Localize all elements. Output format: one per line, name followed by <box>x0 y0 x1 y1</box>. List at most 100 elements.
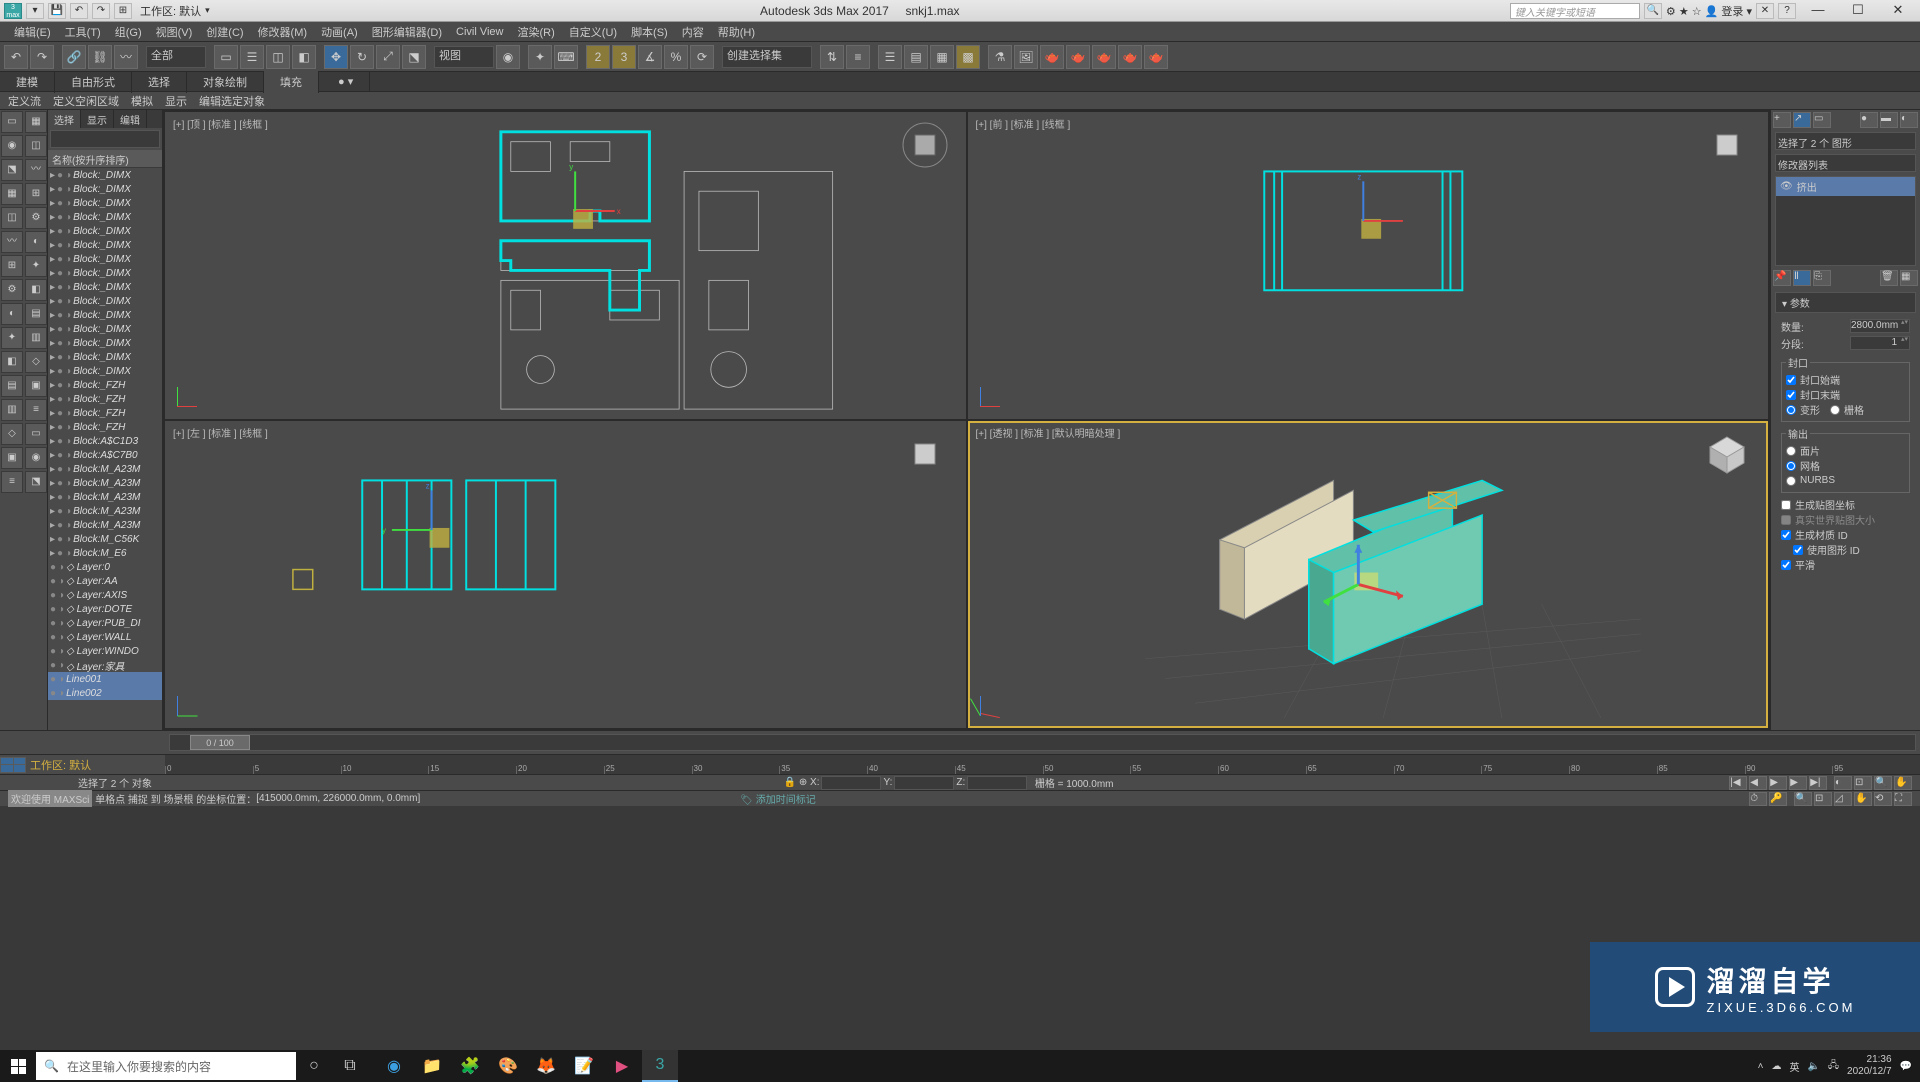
new-icon[interactable]: ▾ <box>26 3 44 19</box>
volume-icon[interactable]: 🔈 <box>1807 1061 1819 1072</box>
manipulate-icon[interactable]: ✦ <box>528 45 552 69</box>
help-search-input[interactable]: 键入关键字或短语 <box>1510 3 1640 19</box>
menu-item[interactable]: 修改器(M) <box>252 22 314 42</box>
track-bar[interactable]: 0510152025303540455055606570758085909510… <box>165 755 1920 774</box>
viewcube-icon[interactable] <box>900 429 950 479</box>
left-tool-icon[interactable]: ▭ <box>1 111 23 133</box>
viewport-left[interactable]: [+] [左 ] [标准 ] [线框 ] y z <box>165 421 966 728</box>
render-setup-icon[interactable]: ⚗ <box>988 45 1012 69</box>
scene-item[interactable]: ▸●◑ Block:_DIMX <box>48 266 162 280</box>
ribbon-tab[interactable]: 自由形式 <box>55 71 132 93</box>
scene-item[interactable]: ▸●◑ Block:_FZH <box>48 420 162 434</box>
cap-end-checkbox[interactable] <box>1786 390 1796 400</box>
render-cloud-icon[interactable]: 🫖 <box>1118 45 1142 69</box>
edge-icon[interactable]: ◉ <box>376 1050 412 1082</box>
ribbon-tab[interactable]: 填充 <box>264 71 319 93</box>
scale-icon[interactable]: ⤢ <box>376 45 400 69</box>
viewcube-icon[interactable] <box>1702 120 1752 170</box>
next-frame-icon[interactable]: ▶ <box>1789 776 1807 790</box>
left-tool-icon[interactable]: ▣ <box>25 375 47 397</box>
modifier-stack[interactable]: 👁挤出 <box>1775 176 1916 266</box>
y-coord-input[interactable] <box>894 776 954 790</box>
scene-item[interactable]: ▸●◑ Block:M_E6 <box>48 546 162 560</box>
nav-zoom-icon[interactable]: 🔍 <box>1794 792 1812 806</box>
left-tool-icon[interactable]: ⬔ <box>25 471 47 493</box>
eye-icon[interactable]: 👁 <box>1780 181 1793 192</box>
viewcube-icon[interactable] <box>1702 429 1752 479</box>
notifications-icon[interactable]: 💬 <box>1900 1061 1912 1072</box>
scene-item[interactable]: ●◑ ◇ Layer:AA <box>48 574 162 588</box>
scene-item[interactable]: ●◑ ◇ Layer:DOTE <box>48 602 162 616</box>
firefox-icon[interactable]: 🦊 <box>528 1050 564 1082</box>
scene-item[interactable]: ●◑ ◇ Layer:PUB_DI <box>48 616 162 630</box>
scene-item[interactable]: ▸●◑ Block:_DIMX <box>48 182 162 196</box>
scene-item[interactable]: ▸●◑ Block:_FZH <box>48 392 162 406</box>
time-tag-icon[interactable]: 🏷 添加时间标记 <box>740 791 815 806</box>
menu-item[interactable]: 创建(C) <box>200 22 249 42</box>
viewport-front[interactable]: [+] [前 ] [标准 ] [线框 ] z <box>968 112 1769 419</box>
gen-mat-id-checkbox[interactable] <box>1781 530 1791 540</box>
undo-icon[interactable]: ↶ <box>70 3 88 19</box>
left-tool-icon[interactable]: ▥ <box>1 399 23 421</box>
key-mode-icon[interactable]: 🔑 <box>1769 792 1787 806</box>
pin-stack-icon[interactable]: 📌 <box>1773 270 1791 286</box>
ribbon-sub-item[interactable]: 定义流 <box>8 93 41 109</box>
rotate-icon[interactable]: ↻ <box>350 45 374 69</box>
display-panel-icon[interactable]: ● <box>1860 112 1878 128</box>
time-config-icon[interactable]: ⏱ <box>1749 792 1767 806</box>
scene-item[interactable]: ●◑ ◇ Layer:WALL <box>48 630 162 644</box>
maximize-button[interactable]: ☐ <box>1840 1 1876 21</box>
search-icon[interactable]: 🔍 <box>1644 3 1662 19</box>
amount-spinner[interactable]: 2800.0mm <box>1850 319 1910 333</box>
pivot-icon[interactable]: ◉ <box>496 45 520 69</box>
app-icon[interactable]: 📝 <box>566 1050 602 1082</box>
layer-icon[interactable]: ☰ <box>878 45 902 69</box>
login-label[interactable]: 登录 <box>1721 6 1743 18</box>
output-nurbs-radio[interactable] <box>1786 476 1796 486</box>
scene-item[interactable]: ▸●◑ Block:_FZH <box>48 406 162 420</box>
z-coord-input[interactable] <box>967 776 1027 790</box>
scene-tab[interactable]: 显示 <box>81 110 114 128</box>
angle-snap-icon[interactable]: ∡ <box>638 45 662 69</box>
goto-start-icon[interactable]: |◀ <box>1729 776 1747 790</box>
exchange-icon[interactable]: ✕ <box>1756 3 1774 19</box>
scene-item[interactable]: ▸●◑ Block:_DIMX <box>48 238 162 252</box>
close-button[interactable]: ✕ <box>1880 1 1916 21</box>
viewport-perspective[interactable]: [+] [透视 ] [标准 ] [默认明暗处理 ] <box>968 421 1769 728</box>
isolate-icon[interactable]: ◐ <box>1834 776 1852 790</box>
menu-item[interactable]: 脚本(S) <box>625 22 674 42</box>
selection-filter[interactable]: 全部 <box>146 46 206 68</box>
left-tool-icon[interactable]: ⚙ <box>25 207 47 229</box>
app-icon[interactable]: 🎨 <box>490 1050 526 1082</box>
left-tool-icon[interactable]: ⚙ <box>1 279 23 301</box>
scene-item[interactable]: ▸●◑ Block:_DIMX <box>48 196 162 210</box>
scene-item[interactable]: ▸●◑ Block:_DIMX <box>48 224 162 238</box>
onedrive-icon[interactable]: ☁ <box>1771 1061 1781 1072</box>
morph-radio[interactable] <box>1786 405 1796 415</box>
ref-coord-system[interactable]: 视图 <box>434 46 494 68</box>
create-panel-icon[interactable]: + <box>1773 112 1791 128</box>
ribbon-sub-item[interactable]: 模拟 <box>131 93 153 109</box>
show-end-result-icon[interactable]: Ⅱ <box>1793 270 1811 286</box>
cap-start-checkbox[interactable] <box>1786 375 1796 385</box>
left-tool-icon[interactable]: ✦ <box>1 327 23 349</box>
scene-item[interactable]: ●◑ Line002 <box>48 686 162 700</box>
scene-tab[interactable]: 选择 <box>48 110 81 128</box>
placement-icon[interactable]: ⬔ <box>402 45 426 69</box>
left-tool-icon[interactable]: ◉ <box>1 135 23 157</box>
window-crossing-icon[interactable]: ◧ <box>292 45 316 69</box>
select-icon[interactable]: ▭ <box>214 45 238 69</box>
scene-item[interactable]: ▸●◑ Block:A$C7B0 <box>48 448 162 462</box>
tray-up-icon[interactable]: ˄ <box>1758 1061 1764 1072</box>
scene-item[interactable]: ▸●◑ Block:_DIMX <box>48 350 162 364</box>
params-rollout-header[interactable]: ▾ 参数 <box>1775 292 1916 313</box>
schematic-icon[interactable]: ▦ <box>930 45 954 69</box>
unlink-icon[interactable]: ⛓ <box>88 45 112 69</box>
left-tool-icon[interactable]: ◫ <box>1 207 23 229</box>
menu-item[interactable]: 动画(A) <box>315 22 364 42</box>
named-selection-set[interactable]: 创建选择集 <box>722 46 812 68</box>
lock-icon[interactable]: 🔒 <box>784 777 796 788</box>
motion-panel-icon[interactable]: ◐ <box>1900 112 1918 128</box>
left-tool-icon[interactable]: 〰 <box>25 159 47 181</box>
scene-item[interactable]: ▸●◑ Block:_FZH <box>48 378 162 392</box>
